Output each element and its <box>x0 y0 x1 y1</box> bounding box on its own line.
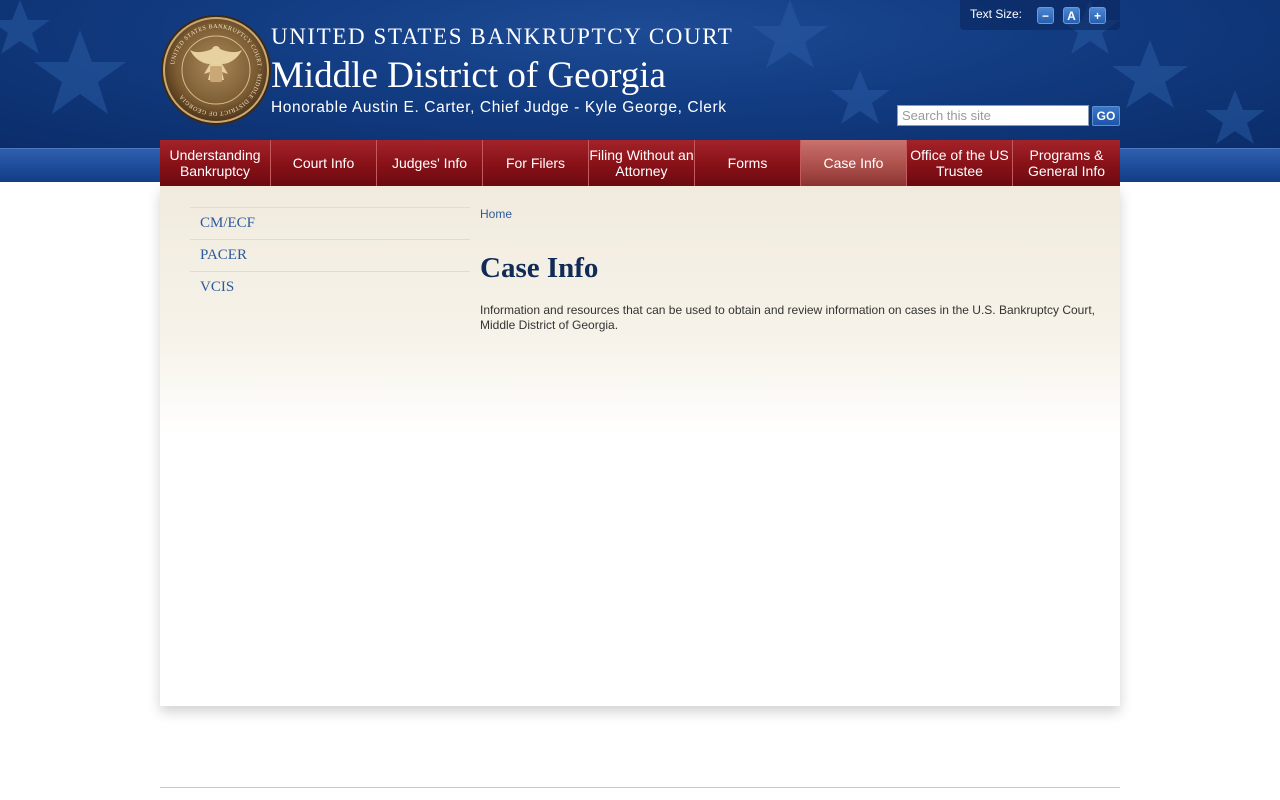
nav-item-us-trustee[interactable]: Office of the US Trustee <box>907 140 1013 186</box>
text-size-label: Text Size: <box>970 7 1023 21</box>
court-name: UNITED STATES BANKRUPTCY COURT <box>271 24 734 49</box>
text-size-panel: Text Size: − A + <box>960 0 1120 30</box>
district-title[interactable]: Middle District of Georgia <box>271 54 666 97</box>
nav-item-forms[interactable]: Forms <box>695 140 801 186</box>
court-seal-icon[interactable]: UNITED STATES BANKRUPTCY COURT · MIDDLE … <box>160 14 272 126</box>
footer-divider <box>160 787 1120 788</box>
reset-text-button[interactable]: A <box>1063 7 1080 24</box>
nav-item-judges-info[interactable]: Judges' Info <box>377 140 483 186</box>
sidebar-nav: CM/ECF PACER VCIS <box>190 207 470 303</box>
nav-item-filing-without-attorney[interactable]: Filing Without an Attorney <box>589 140 695 186</box>
nav-item-understanding-bankruptcy[interactable]: Understanding Bankruptcy <box>160 140 271 186</box>
nav-item-case-info[interactable]: Case Info <box>801 140 907 186</box>
increase-text-button[interactable]: + <box>1089 7 1106 24</box>
sidebar-item-vcis[interactable]: VCIS <box>190 271 470 303</box>
main-nav: Understanding Bankruptcy Court Info Judg… <box>160 140 1120 186</box>
search-input[interactable] <box>897 105 1089 126</box>
page-title: Case Info <box>480 252 599 284</box>
decrease-text-button[interactable]: − <box>1037 7 1054 24</box>
nav-item-programs-general-info[interactable]: Programs & General Info <box>1013 140 1120 186</box>
search-go-button[interactable]: GO <box>1092 106 1120 126</box>
sidebar-item-pacer[interactable]: PACER <box>190 239 470 271</box>
officials-line: Honorable Austin E. Carter, Chief Judge … <box>271 99 727 116</box>
sidebar-item-cmecf[interactable]: CM/ECF <box>190 207 470 239</box>
page-description: Information and resources that can be us… <box>480 303 1096 332</box>
nav-item-for-filers[interactable]: For Filers <box>483 140 589 186</box>
breadcrumb-home[interactable]: Home <box>480 207 512 221</box>
nav-item-court-info[interactable]: Court Info <box>271 140 377 186</box>
